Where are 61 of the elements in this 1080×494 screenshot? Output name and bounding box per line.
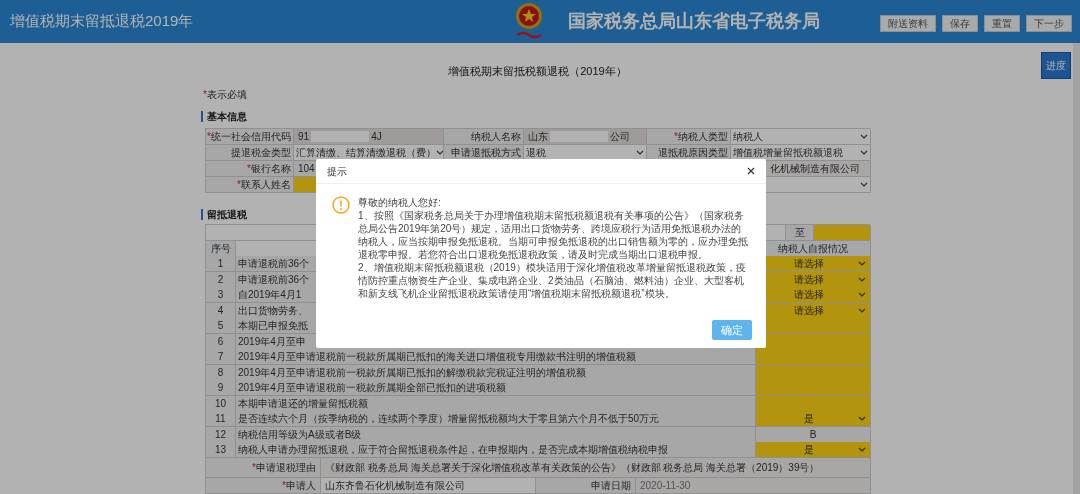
field-text: 4J [371, 130, 382, 144]
chevron-down-icon [860, 150, 868, 155]
header-button[interactable]: 保存 [942, 15, 978, 32]
row-number: 1 [206, 256, 236, 272]
row-number: 11 [206, 411, 236, 427]
chevron-down-icon [436, 150, 443, 155]
field-label: *申请退税理由 [206, 457, 321, 478]
header-button[interactable]: 下一步 [1026, 15, 1072, 32]
input-field[interactable] [814, 225, 871, 241]
select-field[interactable]: 是 [756, 411, 871, 427]
close-icon[interactable] [747, 167, 755, 175]
chevron-down-icon [858, 447, 866, 452]
period-label: 至 [786, 225, 814, 241]
row-number: 3 [206, 287, 236, 303]
table-cell: 2019年4月至申请退税前一税款所属期已抵扣的海关进口增值税专用缴款书注明的增值税额 [236, 349, 756, 365]
page-title: 增值税期末留抵税额退税（2019年） [448, 64, 627, 79]
chevron-down-icon [858, 276, 866, 282]
table-cell: 2019年4月至申请退税前一税款所属期全部已抵扣的进项税额 [236, 380, 756, 396]
section-title: 留抵退税 [207, 207, 247, 222]
chevron-down-icon [860, 182, 868, 187]
field-label: 纳税人名称 [444, 129, 524, 145]
column-header: 序号 [206, 241, 236, 257]
chevron-down-icon [858, 416, 866, 421]
chevron-down-icon [636, 150, 644, 155]
select-field[interactable]: 是 [756, 442, 871, 458]
input-field[interactable] [756, 380, 871, 396]
warning-icon [332, 196, 350, 214]
field-label: *银行名称 [206, 161, 294, 177]
app-title: 增值税期末留抵退税2019年 [10, 11, 194, 32]
field-label: *统一社会信用代码 [206, 129, 294, 145]
dialog-greeting: 尊敬的纳税人您好: [358, 196, 442, 209]
row-number: 9 [206, 380, 236, 396]
field-label: 提退税金类型 [206, 145, 294, 161]
field-text: 山东 [528, 130, 548, 144]
required-note: *表示必填 [203, 89, 248, 101]
chevron-down-icon [860, 134, 868, 139]
input-field[interactable] [756, 349, 871, 365]
row-number: 7 [206, 349, 236, 365]
select-field[interactable]: 纳税人 [731, 129, 871, 145]
progress-button[interactable]: 进度 [1041, 52, 1071, 79]
table-cell: 是否连续六个月（按季纳税的，连续两个季度）增量留抵税额均大于零且第六个月不低于50万元 [236, 411, 756, 427]
header-button[interactable]: 重置 [984, 15, 1020, 32]
reason-textarea[interactable]: 《财政部 税务总局 海关总署关于深化增值税改革有关政策的公告》（财政部 税务总局 海关总署（2019）39号） [321, 457, 871, 478]
row-number: 5 [206, 318, 236, 334]
row-number: 13 [206, 442, 236, 458]
header-button[interactable]: 附送资料 [880, 15, 936, 32]
dialog-title: 提示 [327, 164, 347, 179]
table-cell: 纳税人申请办理留抵退税，应于符合留抵退税条件起，在申报期内，是否完成本期增值税纳税申报 [236, 442, 756, 458]
chevron-down-icon [858, 292, 866, 297]
section-title: 基本信息 [207, 109, 247, 124]
field-label: *纳税人类型 [647, 129, 731, 145]
scrollbar[interactable] [1073, 43, 1080, 494]
site-name: 国家税务总局山东省电子税务局 [568, 10, 820, 33]
field-text: 91 [298, 130, 310, 144]
field-label: *联系人姓名 [206, 177, 294, 193]
chevron-down-icon [858, 261, 866, 266]
chevron-down-icon [858, 307, 866, 313]
field-text: 公司 [610, 130, 630, 144]
emblem-logo [513, 1, 545, 41]
select-field[interactable]: 汇算清缴、结算清缴退税（费） [294, 145, 444, 161]
select-field[interactable]: 增值税增量留抵税额退税 [731, 145, 871, 161]
